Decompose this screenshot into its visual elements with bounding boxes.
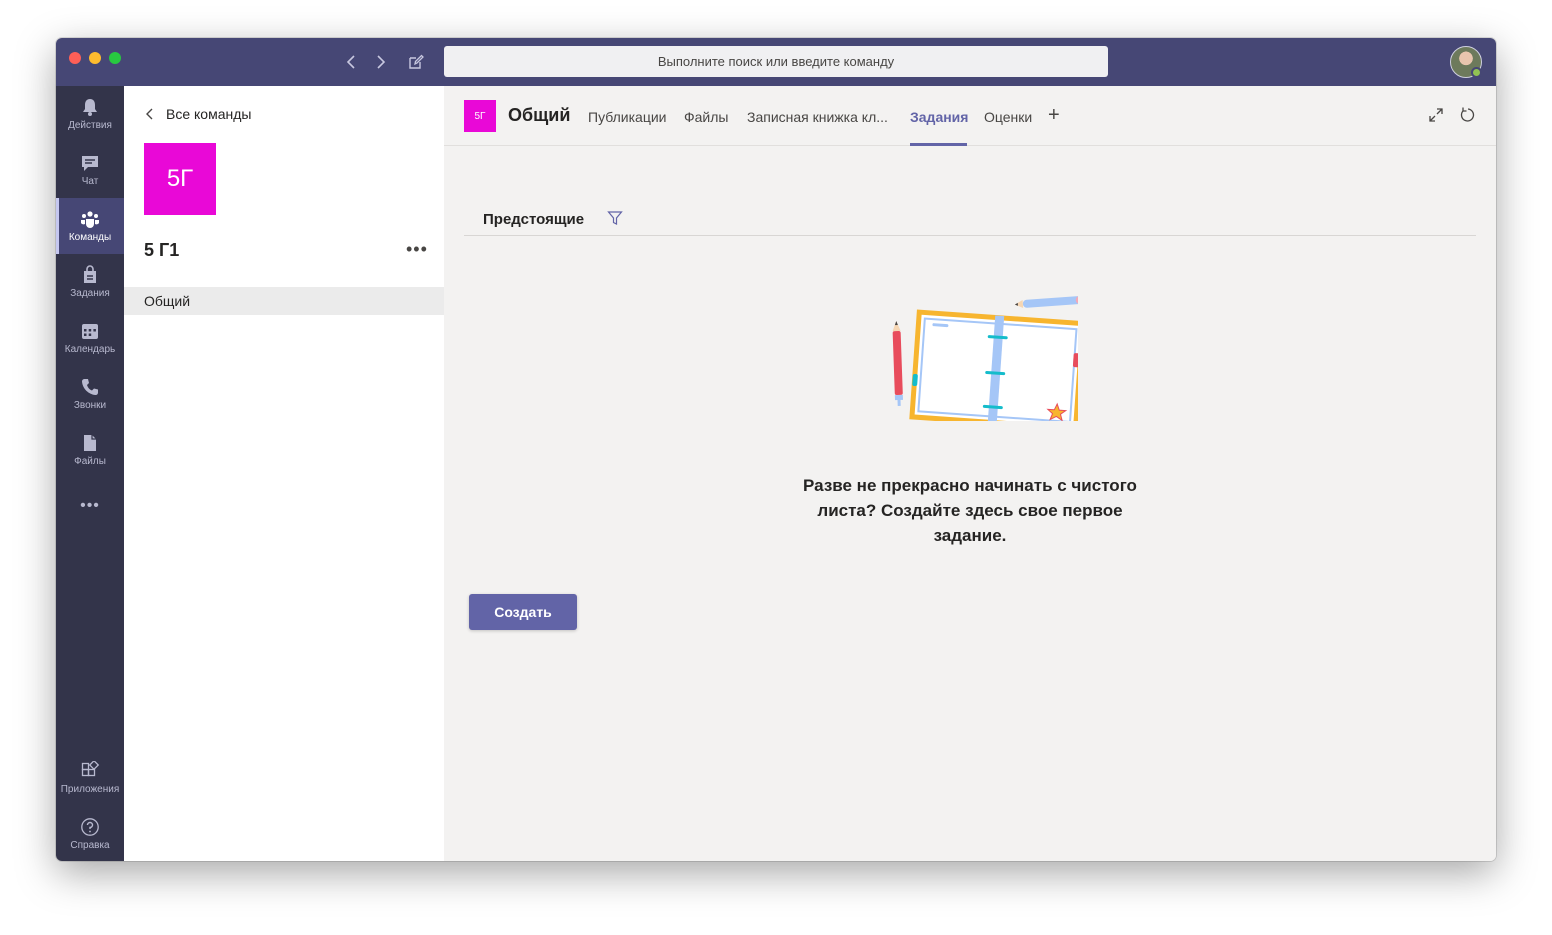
calendar-icon <box>82 323 98 339</box>
chat-icon <box>82 155 98 171</box>
rail-item-files[interactable]: Файлы <box>56 422 124 478</box>
teams-window: Выполните поиск или введите команду Дейс… <box>56 38 1496 861</box>
channel-title: Общий <box>508 105 571 125</box>
create-assignment-button[interactable]: Создать <box>469 594 577 630</box>
tab-files[interactable]: Файлы <box>684 109 728 125</box>
assignments-icon <box>84 264 96 283</box>
teams-icon <box>81 210 99 228</box>
filter-icon[interactable] <box>607 210 623 226</box>
close-window-button[interactable] <box>69 52 81 64</box>
rail-item-activity[interactable]: Действия <box>56 86 124 142</box>
rail-item-label: Звонки <box>73 399 107 411</box>
rail-item-label: Чат <box>81 175 99 187</box>
rail-item-label: Приложения <box>60 783 120 795</box>
upcoming-label: Предстоящие <box>483 211 585 228</box>
zoom-window-button[interactable] <box>109 52 121 64</box>
empty-state-message: Разве не прекрасно начинать с чистого ли… <box>803 476 1137 545</box>
rail-item-help[interactable]: Справка <box>56 806 124 861</box>
tab-grades[interactable]: Оценки <box>984 109 1032 125</box>
back-arrow-icon[interactable] <box>342 52 362 72</box>
rail-item-label: Задания <box>70 287 110 299</box>
more-icon: ••• <box>80 497 100 514</box>
files-icon <box>84 434 96 451</box>
rail-item-chat[interactable]: Чат <box>56 142 124 198</box>
rail-item-label: Действия <box>68 119 112 131</box>
refresh-icon[interactable] <box>1459 106 1477 124</box>
minimize-window-button[interactable] <box>89 52 101 64</box>
upcoming-section-header: Предстоящие <box>464 194 1476 236</box>
channel-content: 5Г Общий Публикации Файлы Записная книжк… <box>444 86 1496 861</box>
team-pane: Все команды 5Г 5 Г1 ••• Общий <box>124 86 444 861</box>
rail-more-button[interactable]: ••• <box>56 478 124 534</box>
tab-assignments[interactable]: Задания <box>910 109 968 125</box>
forward-arrow-icon[interactable] <box>370 52 390 72</box>
phone-icon <box>82 378 98 395</box>
all-teams-back-link[interactable]: Все команды <box>144 106 251 122</box>
expand-icon[interactable] <box>1427 106 1445 124</box>
add-tab-button[interactable]: + <box>1048 104 1060 127</box>
back-label: Все команды <box>166 106 252 122</box>
team-more-options-button[interactable]: ••• <box>406 239 428 260</box>
rail-item-label: Команды <box>68 231 112 243</box>
rail-item-apps[interactable]: Приложения <box>56 750 124 806</box>
team-avatar-tile: 5Г <box>144 143 216 215</box>
rail-item-label: Справка <box>70 839 110 851</box>
tab-posts[interactable]: Публикации <box>588 109 666 125</box>
channel-team-tile: 5Г <box>464 100 496 132</box>
team-name: 5 Г1 <box>144 240 180 260</box>
rail-item-calls[interactable]: Звонки <box>56 366 124 422</box>
title-bar: Выполните поиск или введите команду <box>56 38 1496 86</box>
rail-item-teams[interactable]: Команды <box>56 198 124 254</box>
rail-item-label: Файлы <box>74 455 106 467</box>
active-tab-indicator <box>910 143 967 146</box>
apps-icon <box>81 760 100 776</box>
search-input[interactable]: Выполните поиск или введите команду <box>444 46 1108 77</box>
tab-class-notebook[interactable]: Записная книжка кл... <box>747 109 888 125</box>
rail-item-label: Календарь <box>64 343 116 355</box>
empty-notebook-illustration <box>892 295 1078 421</box>
rail-item-assignments[interactable]: Задания <box>56 254 124 310</box>
channel-header: 5Г Общий Публикации Файлы Записная книжк… <box>444 86 1496 146</box>
compose-icon[interactable] <box>406 52 426 72</box>
bell-icon <box>83 98 97 116</box>
channel-item-general[interactable]: Общий <box>124 287 444 315</box>
rail-item-calendar[interactable]: Календарь <box>56 310 124 366</box>
app-rail: Действия Чат Команды Задания Календарь З… <box>56 86 124 861</box>
chevron-left-icon <box>146 108 153 120</box>
help-icon <box>81 817 99 836</box>
presence-available-icon <box>1471 67 1482 78</box>
